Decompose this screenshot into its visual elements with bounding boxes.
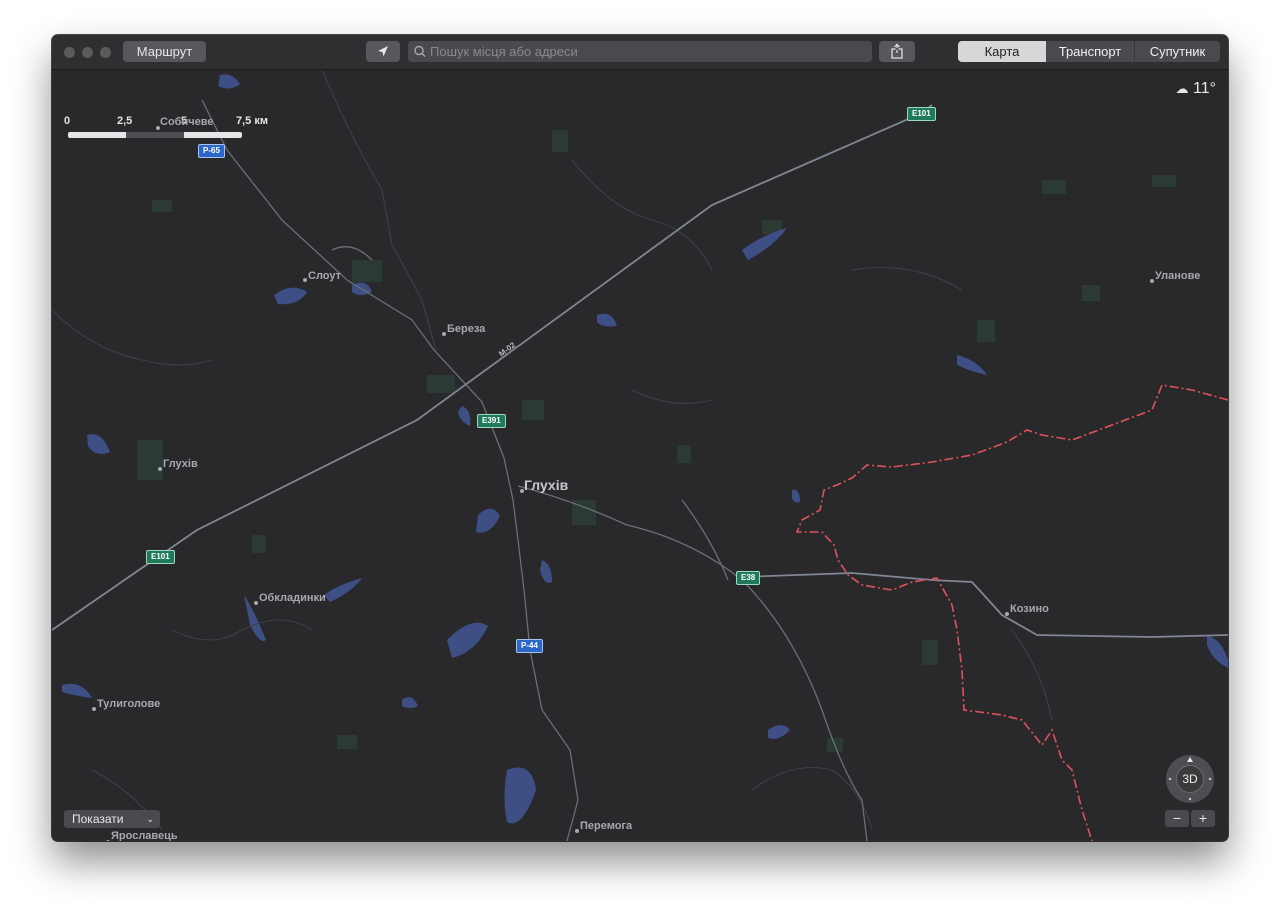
map-canvas[interactable]: 0 2,5 5 7,5 км ☁ 11° P-65 E101 E101 E391…	[52, 70, 1228, 841]
place-yaroslavets[interactable]: Ярославець	[111, 830, 178, 841]
place-dot	[106, 840, 110, 841]
place-sobycheve[interactable]: Собичеве	[160, 116, 213, 128]
3d-button[interactable]: 3D	[1176, 765, 1204, 793]
place-dot	[303, 278, 307, 282]
close-window-button[interactable]	[64, 47, 75, 58]
place-ulanove[interactable]: Уланове	[1155, 270, 1200, 282]
share-icon	[891, 43, 903, 59]
current-location-button[interactable]	[366, 41, 400, 62]
tab-map[interactable]: Карта	[958, 41, 1046, 62]
zoom-out-button[interactable]: −	[1165, 810, 1189, 827]
share-button[interactable]	[879, 41, 915, 62]
temperature: 11°	[1192, 80, 1216, 97]
place-dot	[92, 707, 96, 711]
maps-window: Маршрут Пошук місця або адреси Карта Тра…	[52, 35, 1228, 841]
scale-tick-3: 7,5 км	[236, 115, 268, 127]
tab-satellite[interactable]: Супутник	[1134, 41, 1220, 62]
cloud-icon: ☁	[1175, 81, 1189, 96]
road-shield-e38: E38	[736, 571, 761, 585]
route-button[interactable]: Маршрут	[123, 41, 206, 62]
place-hlukhiv-main[interactable]: Глухів	[524, 477, 568, 493]
road-shield-p65: P-65	[198, 144, 225, 158]
place-bereza[interactable]: Береза	[447, 323, 485, 335]
search-input[interactable]: Пошук місця або адреси	[430, 41, 578, 62]
compass-control[interactable]: 3D	[1166, 755, 1214, 803]
place-dot	[575, 829, 579, 833]
place-dot	[442, 332, 446, 336]
search-field[interactable]: Пошук місця або адреси	[408, 41, 872, 62]
minimize-window-button[interactable]	[82, 47, 93, 58]
show-menu-button[interactable]: Показати ⌄	[64, 810, 160, 828]
place-dot	[158, 467, 162, 471]
place-tulyholove[interactable]: Тулиголове	[97, 698, 160, 710]
tab-transit[interactable]: Транспорт	[1046, 41, 1134, 62]
vegetation-areas	[137, 130, 1176, 752]
scale-tick-0: 0	[64, 115, 71, 127]
road-shield-e391: E391	[477, 414, 506, 428]
map-mode-segmented-control: Карта Транспорт Супутник	[958, 41, 1220, 62]
chevron-down-icon: ⌄	[146, 814, 154, 824]
place-dot	[254, 601, 258, 605]
road-shield-e101-top: E101	[907, 107, 936, 121]
road-shield-e101-left: E101	[146, 550, 175, 564]
place-hlukhiv-small[interactable]: Глухів	[163, 458, 198, 470]
road-shield-p44: P-44	[516, 639, 543, 653]
minor-roads	[52, 70, 1053, 831]
place-obkladynky[interactable]: Обкладинки	[259, 592, 326, 604]
scale-bar-segment	[126, 132, 184, 138]
place-peremoha[interactable]: Перемога	[580, 820, 632, 832]
place-dot	[1005, 612, 1009, 616]
secondary-roads	[201, 99, 868, 841]
show-menu-label: Показати	[72, 812, 124, 826]
toolbar: Маршрут Пошук місця або адреси Карта Тра…	[52, 35, 1228, 70]
zoom-window-button[interactable]	[100, 47, 111, 58]
scale-tick-1: 2,5	[117, 115, 133, 127]
map-layer	[52, 70, 1228, 841]
weather-widget: ☁ 11°	[1176, 80, 1216, 98]
zoom-in-button[interactable]: +	[1191, 810, 1215, 827]
location-arrow-icon	[378, 46, 388, 57]
place-kozyno[interactable]: Козино	[1010, 603, 1049, 615]
place-dot	[1150, 279, 1154, 283]
place-slout[interactable]: Слоут	[308, 270, 341, 282]
search-icon	[414, 45, 426, 57]
